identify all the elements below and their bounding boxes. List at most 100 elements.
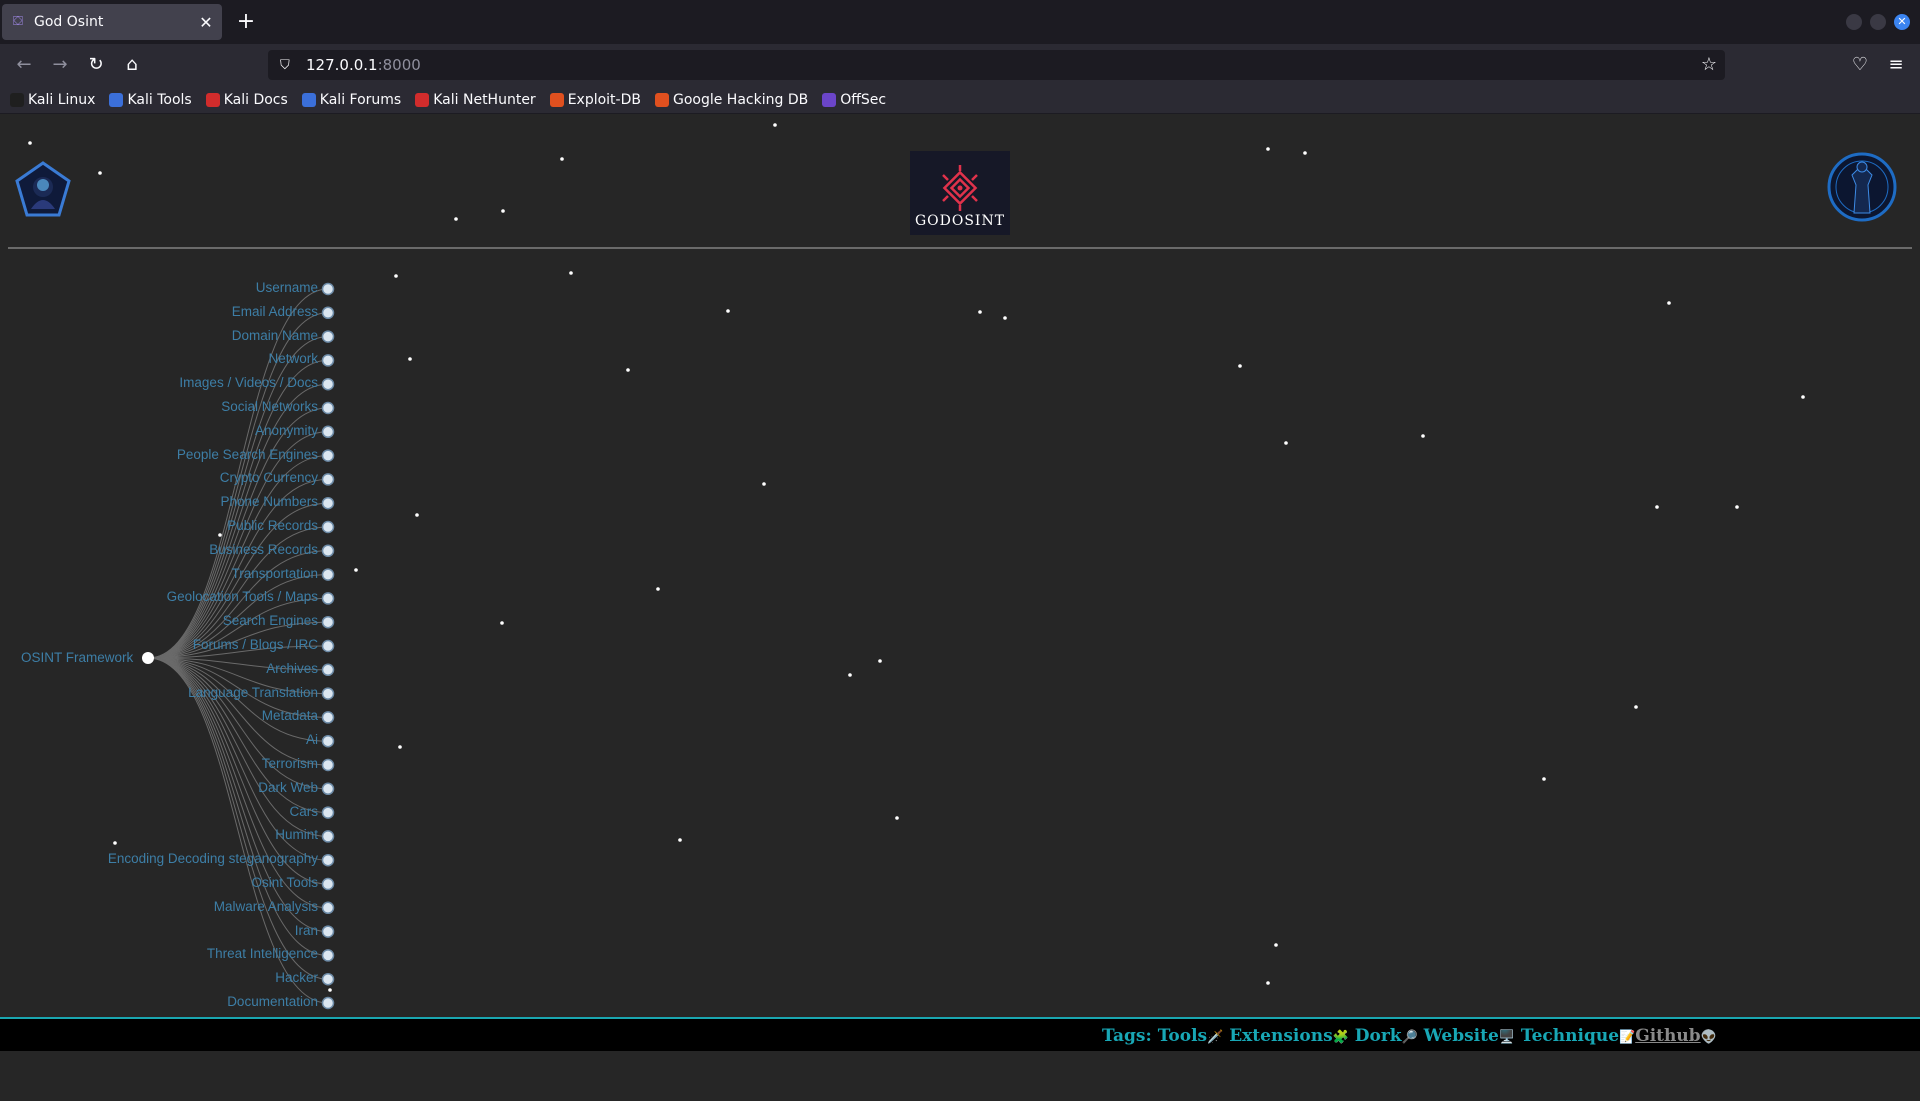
bookmark-star-icon[interactable]: ☆	[1701, 54, 1717, 75]
tree-node[interactable]	[321, 758, 335, 772]
menu-icon[interactable]: ≡	[1884, 53, 1908, 77]
tree-node-label-ai[interactable]: Ai	[306, 732, 318, 747]
tree-node-label-archives[interactable]: Archives	[266, 661, 318, 676]
tree-node-label-hacker[interactable]: Hacker	[275, 970, 318, 985]
tree-node-label-dark-web[interactable]: Dark Web	[258, 780, 318, 795]
bookmark-exploit-db[interactable]: Exploit-DB	[549, 92, 641, 108]
tree-node-label-domain-name[interactable]: Domain Name	[232, 328, 318, 343]
tree-node-label-images-videos-docs[interactable]: Images / Videos / Docs	[179, 375, 318, 390]
tree-node-label-public-records[interactable]: Public Records	[227, 518, 318, 533]
tree-node-label-social-networks[interactable]: Social Networks	[221, 399, 318, 414]
tree-node[interactable]	[321, 663, 335, 677]
tree-node[interactable]	[321, 330, 335, 343]
address-bar[interactable]: ⛉ ▯ 127.0.0.1:8000 ☆	[268, 50, 1725, 1101]
tree-node[interactable]	[321, 901, 335, 915]
tree-node[interactable]	[321, 520, 335, 534]
tree-node[interactable]	[321, 734, 335, 748]
tree-node-label-anonymity[interactable]: Anonymity	[255, 423, 318, 438]
tree-node-label-network[interactable]: Network	[268, 351, 318, 366]
bookmark-kali-nethunter[interactable]: Kali NetHunter	[415, 92, 536, 108]
tree-node[interactable]	[321, 949, 335, 962]
tree-node-label-encoding-decoding-steganography[interactable]: Encoding Decoding steganography	[108, 851, 318, 866]
star-dot	[878, 659, 882, 663]
reload-icon[interactable]: ↻	[84, 53, 108, 77]
tree-node[interactable]	[321, 496, 335, 510]
bookmark-google-hacking-db[interactable]: Google Hacking DB	[654, 92, 808, 108]
tree-node-label-cars[interactable]: Cars	[289, 804, 318, 819]
tree-node-label-documentation[interactable]: Documentation	[227, 994, 318, 1009]
tree-node[interactable]	[321, 354, 335, 367]
tree-node-label-malware-analysis[interactable]: Malware Analysis	[214, 899, 318, 914]
star-dot	[454, 217, 458, 221]
tree-node[interactable]	[321, 925, 335, 938]
star-dot	[113, 841, 117, 845]
root-node[interactable]	[142, 652, 154, 664]
tree-node-label-metadata[interactable]: Metadata	[262, 708, 318, 723]
shield-icon[interactable]: ⛉	[280, 58, 296, 73]
pocket-icon[interactable]: ♡	[1848, 53, 1872, 77]
tree-node[interactable]	[321, 877, 335, 891]
tree-node[interactable]	[321, 972, 335, 986]
bookmark-kali-linux[interactable]: Kali Linux	[10, 92, 95, 108]
tree-node[interactable]	[321, 401, 335, 415]
tree-node-label-username[interactable]: Username	[256, 280, 318, 295]
tree-node-label-iran[interactable]: Iran	[295, 923, 318, 938]
minimize-button[interactable]	[1846, 14, 1862, 30]
tree-node[interactable]	[321, 806, 335, 819]
tree-node[interactable]	[321, 449, 335, 462]
browser-tab[interactable]: ⛋ God Osint ✕	[2, 4, 222, 40]
forward-arrow-icon[interactable]: →	[48, 53, 72, 77]
tree-node[interactable]	[321, 425, 335, 439]
tree-node-label-crypto-currency[interactable]: Crypto Currency	[220, 470, 318, 485]
tree-node-label-forums-blogs-irc[interactable]: Forums / Blogs / IRC	[193, 637, 318, 652]
tree-node[interactable]	[321, 782, 335, 796]
bookmark-favicon-icon	[301, 92, 316, 107]
tree-node[interactable]	[321, 306, 335, 320]
tree-node-label-search-engines[interactable]: Search Engines	[223, 613, 318, 628]
tree-node[interactable]	[321, 592, 335, 605]
tree-node-label-osint-tools[interactable]: Osint Tools	[251, 875, 318, 890]
tree-node-label-phone-numbers[interactable]: Phone Numbers	[220, 494, 318, 509]
footer-tag-website[interactable]: Website	[1418, 1026, 1499, 1046]
bookmark-kali-forums[interactable]: Kali Forums	[301, 92, 401, 108]
github-link[interactable]: Github	[1635, 1026, 1700, 1046]
footer-tag-tools[interactable]: Tools	[1158, 1026, 1207, 1046]
footer-bar: Tags: Tools🗡️ Extensions🧩 Dork🔎 Website🖥…	[0, 1017, 1920, 1051]
bookmark-kali-docs[interactable]: Kali Docs	[205, 92, 288, 108]
tree-node-label-transportation[interactable]: Transportation	[231, 566, 318, 581]
tree-node[interactable]	[321, 711, 335, 724]
tree-node-label-email-address[interactable]: Email Address	[232, 304, 318, 319]
tree-node[interactable]	[321, 473, 335, 486]
maximize-button[interactable]	[1870, 14, 1886, 30]
tree-node[interactable]	[321, 377, 335, 391]
bookmark-kali-tools[interactable]: Kali Tools	[109, 92, 192, 108]
tree-node[interactable]	[321, 830, 335, 843]
root-label[interactable]: OSINT Framework	[21, 650, 133, 665]
tree-node-label-business-records[interactable]: Business Records	[209, 542, 318, 557]
url-port: :8000	[377, 56, 421, 74]
footer-tag-dork[interactable]: Dork	[1349, 1026, 1402, 1046]
tree-node-label-language-translation[interactable]: Language Translation	[188, 685, 318, 700]
footer-tags: Tags: Tools🗡️ Extensions🧩 Dork🔎 Website🖥…	[1102, 1026, 1717, 1046]
footer-tag-technique[interactable]: Technique	[1515, 1026, 1619, 1046]
close-window-button[interactable]: ✕	[1894, 14, 1910, 30]
bookmark-offsec[interactable]: OffSec	[822, 92, 886, 108]
tree-node[interactable]	[321, 853, 335, 867]
tree-node[interactable]	[321, 568, 335, 581]
tree-node[interactable]	[321, 996, 335, 1010]
tab-close-icon[interactable]: ✕	[198, 13, 214, 32]
tree-node-label-threat-intelligence[interactable]: Threat Intelligence	[207, 946, 318, 961]
back-arrow-icon[interactable]: ←	[12, 53, 36, 77]
tree-node-label-geolocation-tools-maps[interactable]: Geolocation Tools / Maps	[167, 589, 318, 604]
tree-node-label-people-search-engines[interactable]: People Search Engines	[177, 447, 318, 462]
new-tab-icon[interactable]: +	[232, 8, 260, 36]
tree-node[interactable]	[321, 639, 335, 653]
tree-node-label-terrorism[interactable]: Terrorism	[262, 756, 318, 771]
tree-node[interactable]	[321, 544, 335, 558]
tree-node[interactable]	[321, 687, 335, 700]
tree-node-label-humint[interactable]: Humint	[275, 827, 318, 842]
home-icon[interactable]: ⌂	[120, 53, 144, 77]
tree-node[interactable]	[321, 282, 335, 296]
tree-node[interactable]	[321, 615, 335, 629]
footer-tag-extensions[interactable]: Extensions	[1223, 1026, 1332, 1046]
